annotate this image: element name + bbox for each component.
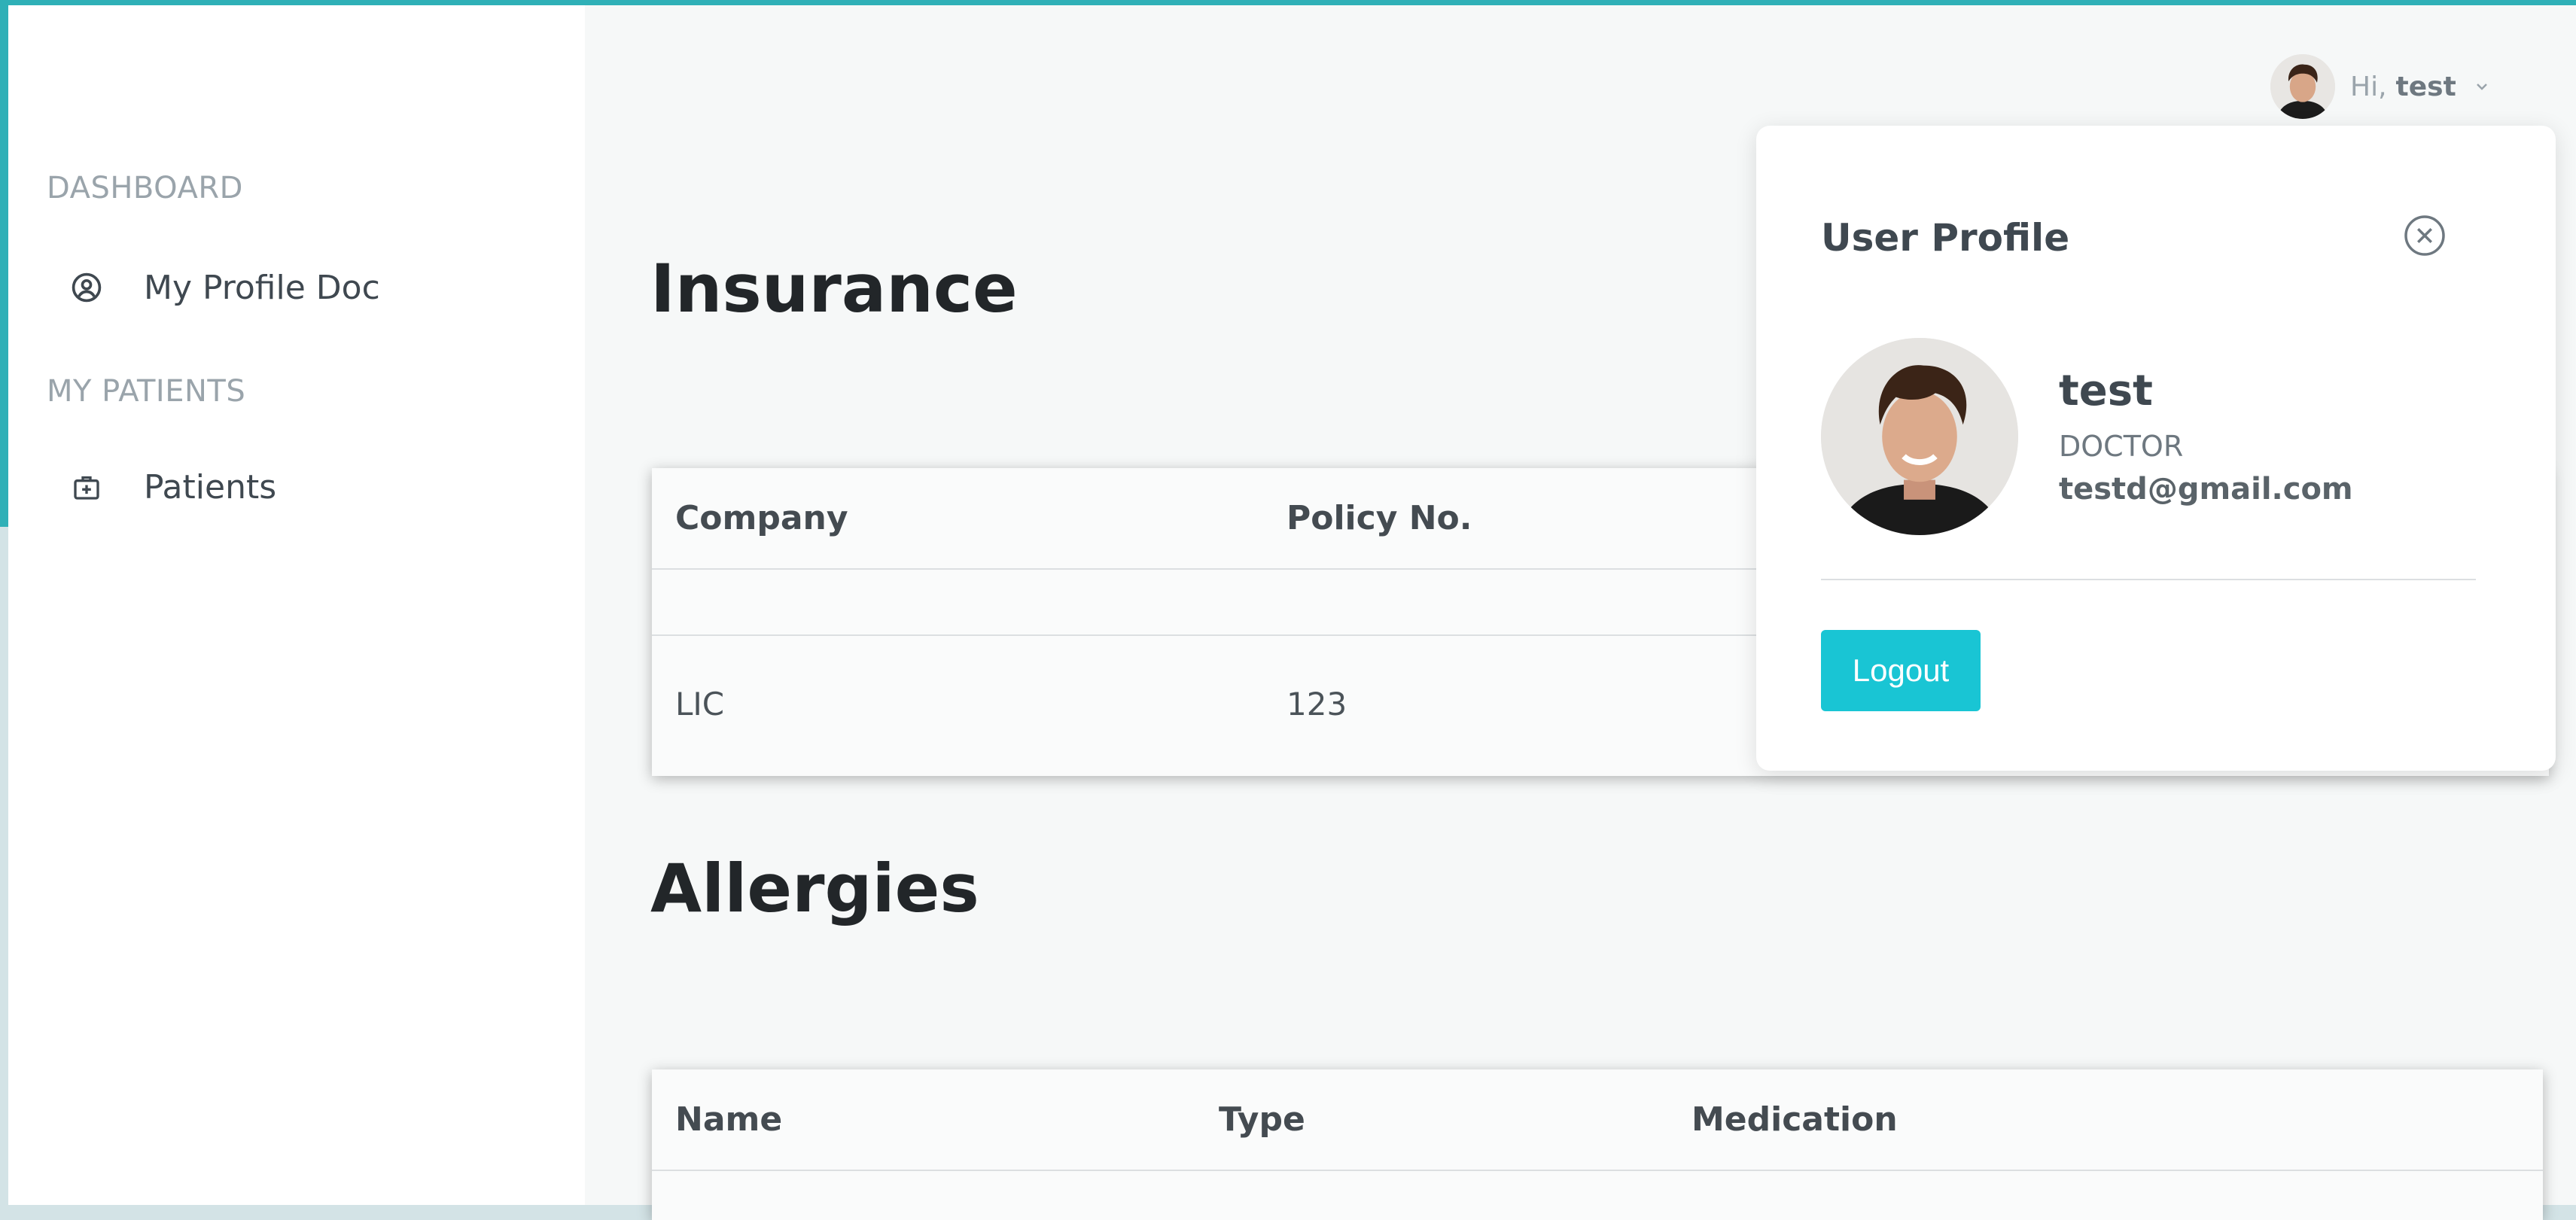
- table-header-row: Name Type Medication: [652, 1069, 2543, 1171]
- close-button[interactable]: [2402, 213, 2447, 258]
- allergies-heading: Allergies: [650, 850, 979, 927]
- column-header-company: Company: [652, 468, 1263, 570]
- profile-avatar: [1821, 338, 2018, 535]
- panel-title: User Profile: [1821, 216, 2070, 260]
- allergies-table-card: Name Type Medication: [652, 1069, 2543, 1220]
- window-frame-top: [0, 0, 2576, 5]
- close-icon: [2402, 215, 2447, 261]
- app-window: DASHBOARD My Profile Doc MY PATIENTS Pat…: [8, 5, 2576, 1220]
- avatar: [2270, 54, 2335, 119]
- sidebar-section-dashboard: DASHBOARD: [47, 171, 243, 205]
- cell-company: LIC: [675, 686, 725, 723]
- insurance-heading: Insurance: [650, 250, 1018, 327]
- sidebar-item-label: My Profile Doc: [144, 268, 380, 307]
- greeting-text: Hi,: [2350, 71, 2387, 102]
- user-circle-icon: [69, 269, 105, 306]
- profile-role: DOCTOR: [2059, 430, 2184, 463]
- username-text: test: [2395, 71, 2456, 102]
- allergies-table: Name Type Medication: [652, 1069, 2543, 1171]
- window-frame-left: [0, 0, 8, 527]
- sidebar-item-patients[interactable]: Patients: [8, 457, 585, 517]
- user-menu-toggle[interactable]: Hi, test: [2270, 50, 2496, 123]
- sidebar-section-my-patients: MY PATIENTS: [47, 374, 246, 409]
- column-header-name: Name: [652, 1069, 1195, 1171]
- medical-bag-icon: [69, 469, 105, 505]
- column-header-type: Type: [1195, 1069, 1668, 1171]
- sidebar: DASHBOARD My Profile Doc MY PATIENTS Pat…: [8, 5, 585, 1205]
- chevron-down-icon: [2473, 78, 2491, 96]
- column-header-medication: Medication: [1668, 1069, 2543, 1171]
- user-profile-dropdown: User Profile test DOCTOR testd@gmail.com: [1756, 126, 2556, 771]
- logout-button[interactable]: Logout: [1821, 630, 1981, 711]
- sidebar-item-my-profile-doc[interactable]: My Profile Doc: [8, 257, 585, 318]
- profile-name: test: [2059, 367, 2153, 415]
- sidebar-item-label: Patients: [144, 467, 277, 507]
- divider: [1821, 579, 2476, 580]
- profile-email: testd@gmail.com: [2059, 472, 2353, 507]
